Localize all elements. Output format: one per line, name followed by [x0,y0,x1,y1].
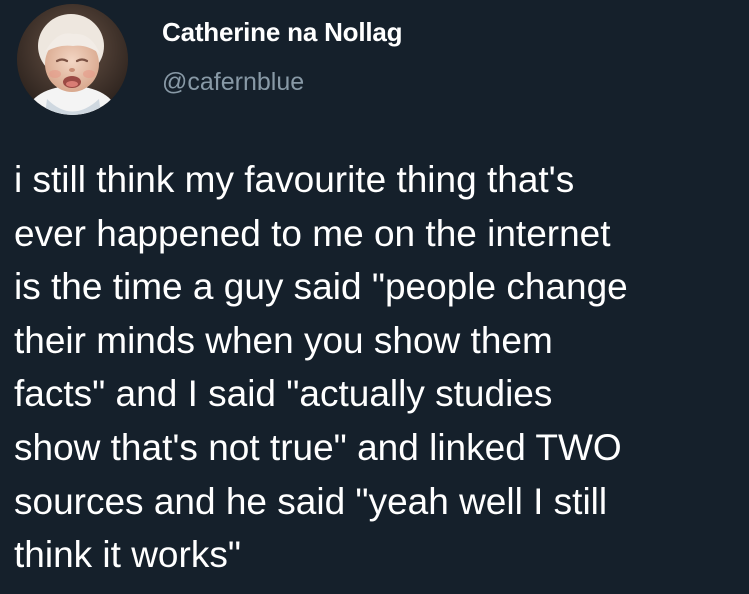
tweet-line-5: facts" and I said "actually studies [14,373,553,415]
display-name[interactable]: Catherine na Nollag [162,17,403,48]
avatar[interactable] [17,4,128,115]
tweet-line-4: their minds when you show them [14,319,553,361]
tweet-line-6: show that's not true" and linked TWO [14,426,622,468]
tweet-text: i still think my favourite thing that's … [14,153,744,582]
tweet-line-2: ever happened to me on the internet [14,212,611,254]
tweet-line-7: sources and he said "yeah well I still [14,480,608,522]
avatar-photo-icon [17,4,128,115]
tweet-line-3: is the time a guy said "people change [14,266,628,308]
tweet-line-1: i still think my favourite thing that's [14,159,575,200]
tweet-card: Catherine na Nollag @cafernblue i still … [0,0,749,594]
tweet-line-8: think it works" [14,534,241,576]
user-handle[interactable]: @cafernblue [162,68,304,97]
